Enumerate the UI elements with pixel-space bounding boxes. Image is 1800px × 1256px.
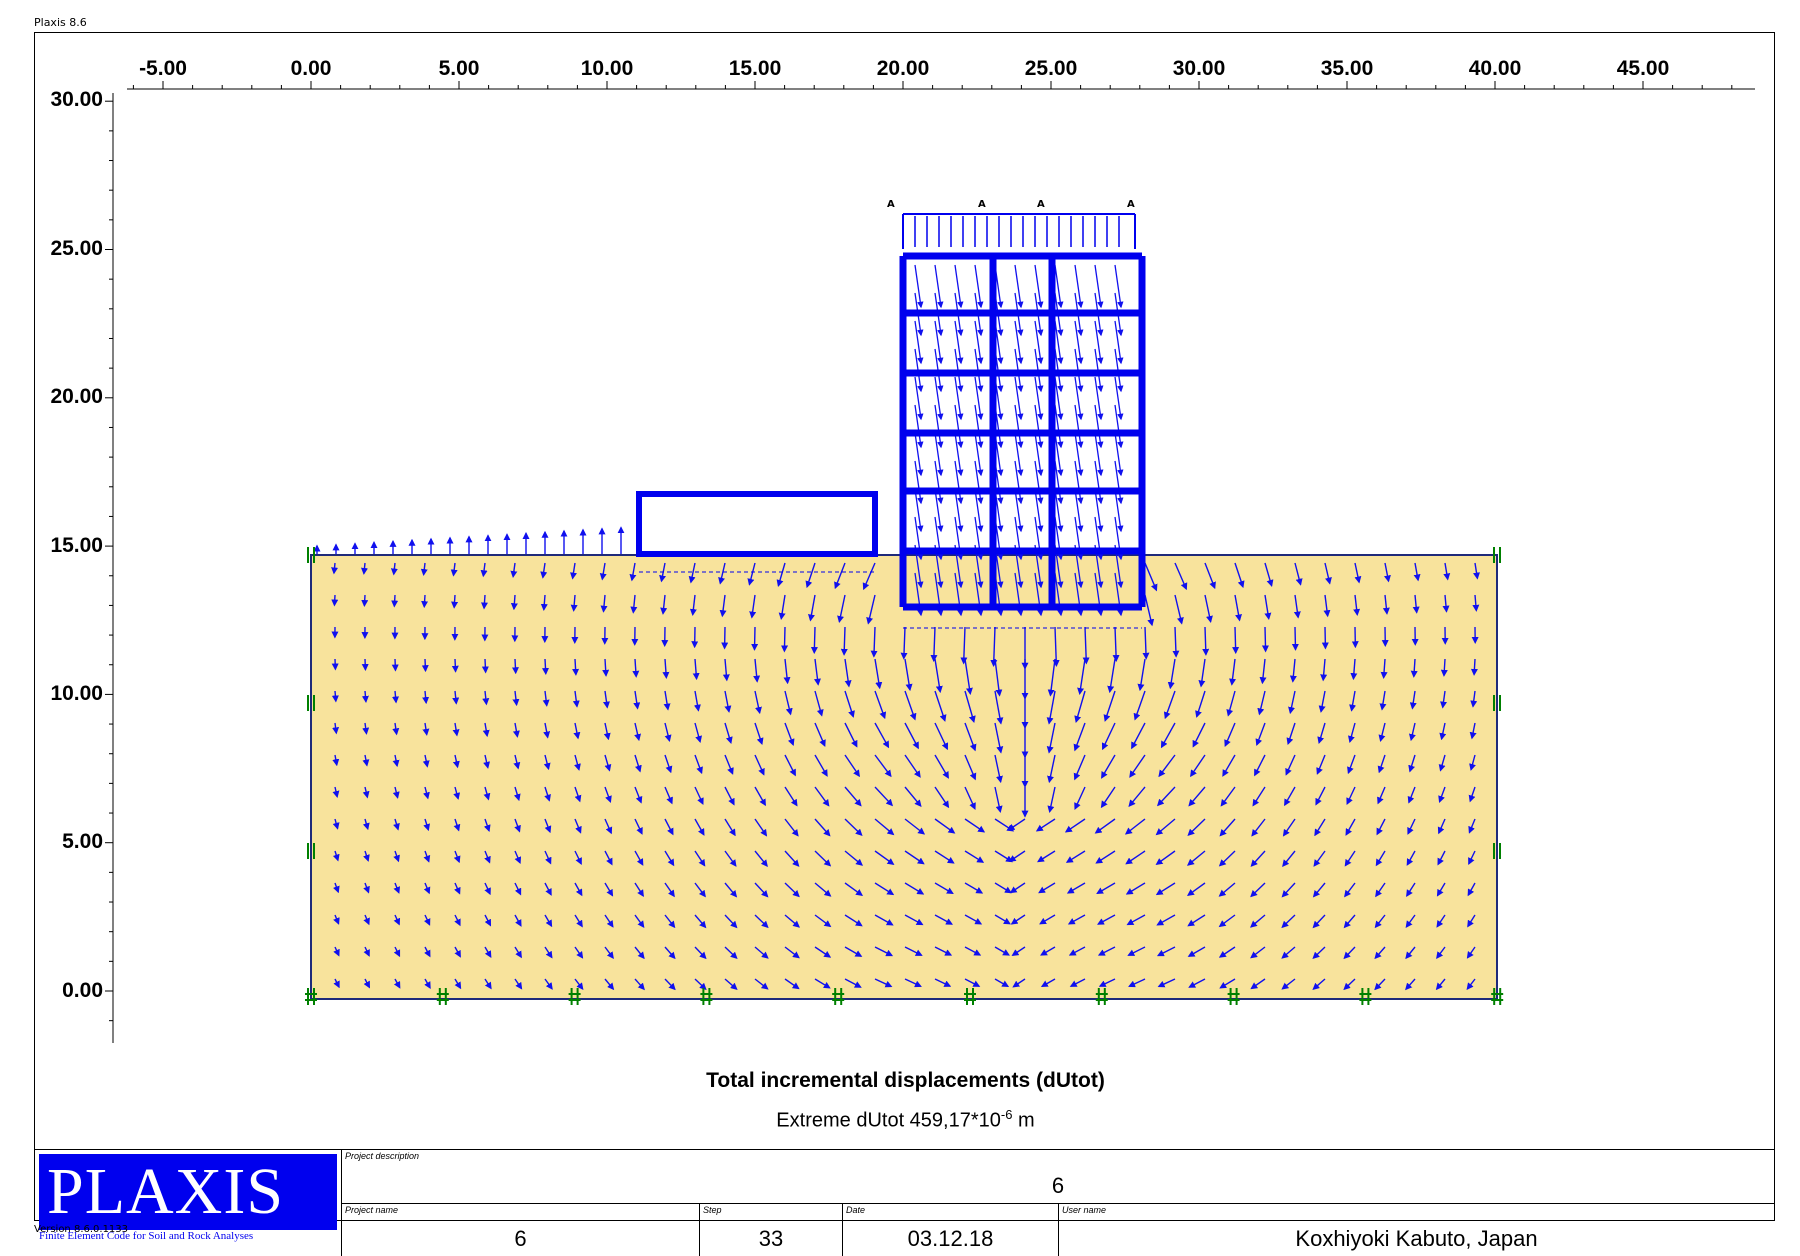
load-label-a1: A (887, 199, 895, 210)
displacement-vector (814, 627, 815, 653)
project-name-value: 6 (342, 1226, 699, 1252)
output-frame: A A A A -5.00 0.00 5.00 10.00 15.00 20.0… (34, 32, 1775, 1221)
x-tick-label: 30.00 (1173, 57, 1226, 80)
user-name-value: Koxhiyoki Kabuto, Japan (1059, 1226, 1774, 1252)
x-tick-label: 20.00 (877, 57, 930, 80)
project-name-label: Project name (345, 1205, 398, 1215)
plaxis-logo: PLAXIS (39, 1154, 337, 1230)
app-title: Plaxis 8.6 (34, 16, 87, 29)
step-cell: Step 33 (699, 1204, 842, 1256)
x-tick-label: 10.00 (581, 57, 634, 80)
displacement-vector (844, 627, 845, 654)
distributed-load (903, 214, 1135, 249)
displacement-plot: A A A A -5.00 0.00 5.00 10.00 15.00 20.0… (35, 33, 1776, 1149)
extreme-value-text: Extreme dUtot 459,17*10 (776, 1110, 1001, 1132)
displacement-vector (784, 627, 785, 651)
displacement-vector (1474, 659, 1475, 675)
y-tick-label: 20.00 (50, 385, 103, 408)
date-cell: Date 03.12.18 (842, 1204, 1058, 1256)
displacement-vector (515, 659, 516, 673)
displacement-vector (1295, 627, 1296, 650)
x-tick-label: 35.00 (1321, 57, 1374, 80)
step-value: 33 (700, 1226, 842, 1252)
extreme-value: Extreme dUtot 459,17*10-6 m (35, 1107, 1776, 1133)
displacement-vector (1205, 627, 1206, 654)
project-description-cell: Project description 6 (341, 1150, 1774, 1204)
y-tick-label: 30.00 (50, 88, 103, 111)
plot-title: Total incremental displacements (dUtot) (35, 1069, 1776, 1093)
displacement-vector (424, 595, 425, 607)
displacement-vector (335, 691, 336, 701)
displacement-vector (365, 691, 366, 702)
project-description-label: Project description (345, 1151, 419, 1161)
x-tick-label: -5.00 (139, 57, 187, 80)
x-tick-label: 0.00 (291, 57, 332, 80)
extreme-value-unit: m (1018, 1110, 1035, 1132)
extreme-value-exponent: -6 (1001, 1107, 1013, 1122)
displacement-vector (334, 595, 335, 605)
y-tick-label: 15.00 (50, 534, 103, 557)
load-label-a3: A (1037, 199, 1045, 210)
y-tick-label: 5.00 (62, 830, 103, 853)
displacement-vector (455, 659, 456, 671)
y-axis (105, 93, 113, 1043)
displacement-vector (485, 659, 486, 672)
x-axis (127, 81, 1755, 89)
displacement-vector (1265, 627, 1266, 651)
project-description-value: 6 (342, 1173, 1774, 1199)
date-value: 03.12.18 (843, 1226, 1058, 1252)
displacement-vector (364, 595, 365, 606)
displacement-vector (575, 659, 576, 675)
y-tick-labels: 30.00 25.00 20.00 15.00 10.00 5.00 0.00 (50, 88, 103, 1002)
x-tick-labels: -5.00 0.00 5.00 10.00 15.00 20.00 25.00 … (139, 57, 1669, 80)
soil-cluster (311, 555, 1497, 999)
project-name-cell: Project name 6 (341, 1204, 699, 1256)
displacement-vector (545, 659, 546, 674)
y-tick-label: 25.00 (50, 237, 103, 260)
step-label: Step (703, 1205, 722, 1215)
displacement-vector (754, 627, 755, 650)
version-text: Version 8.6.0.1133 (34, 1224, 128, 1235)
date-label: Date (846, 1205, 865, 1215)
user-name-label: User name (1062, 1205, 1106, 1215)
logo-text: PLAXIS (47, 1154, 284, 1230)
embankment-block (639, 494, 875, 554)
displacement-vector (484, 595, 485, 608)
load-label-a4: A (1127, 199, 1135, 210)
load-label-a2: A (978, 199, 986, 210)
x-tick-label: 40.00 (1469, 57, 1522, 80)
title-block: PLAXIS Finite Element Code for Soil and … (35, 1149, 1774, 1222)
load-labels: A A A A (887, 199, 1135, 210)
displacement-vector (394, 595, 395, 606)
x-tick-label: 5.00 (439, 57, 480, 80)
x-tick-label: 45.00 (1617, 57, 1670, 80)
x-tick-label: 15.00 (729, 57, 782, 80)
x-tick-label: 25.00 (1025, 57, 1078, 80)
user-name-cell: User name Koxhiyoki Kabuto, Japan (1058, 1204, 1774, 1256)
displacement-vector (425, 659, 426, 671)
y-tick-label: 10.00 (50, 682, 103, 705)
y-tick-label: 0.00 (62, 979, 103, 1002)
displacement-vector (454, 595, 455, 607)
building-frame (903, 256, 1142, 607)
displacement-vector (1235, 627, 1236, 653)
